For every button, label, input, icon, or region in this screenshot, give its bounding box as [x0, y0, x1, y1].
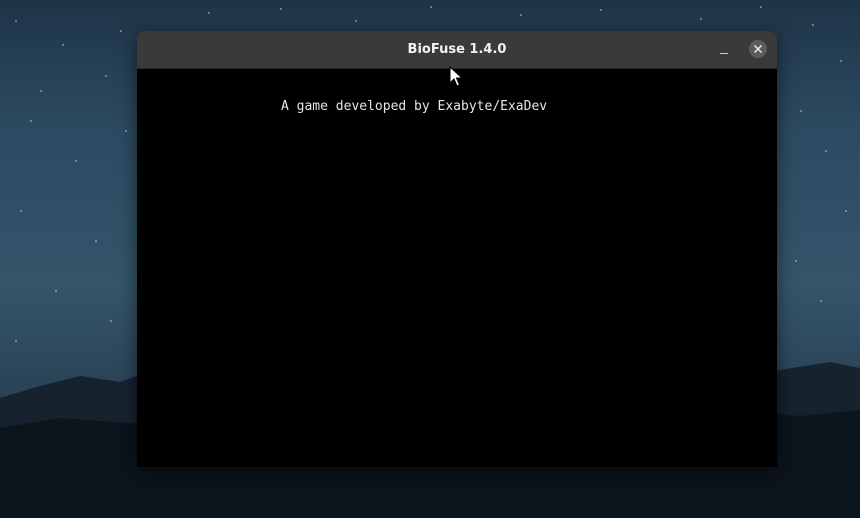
- title-bar[interactable]: BioFuse 1.4.0: [137, 31, 777, 69]
- minimize-button[interactable]: [713, 39, 735, 61]
- app-window: BioFuse 1.4.0 A game developed by Exabyt…: [137, 31, 777, 467]
- credit-text: A game developed by Exabyte/ExaDev: [281, 99, 548, 114]
- game-canvas[interactable]: A game developed by Exabyte/ExaDev: [137, 69, 777, 467]
- close-button[interactable]: [749, 40, 767, 58]
- close-icon: [754, 45, 762, 53]
- window-title: BioFuse 1.4.0: [407, 42, 507, 57]
- minimize-icon: [720, 53, 728, 54]
